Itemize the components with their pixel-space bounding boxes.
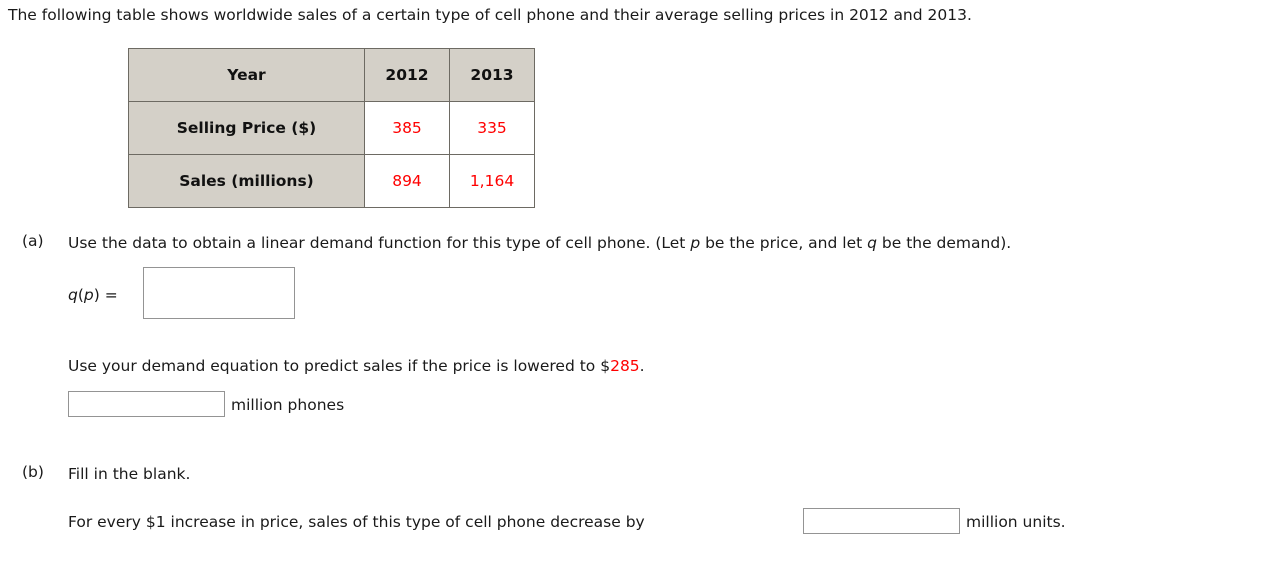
table-header-year: Year: [128, 48, 365, 102]
part-a-label: (a): [22, 232, 44, 250]
fill-blank-input[interactable]: [803, 508, 960, 534]
table-cell-selling-price-2012: 385: [364, 101, 450, 155]
table-header-2012: 2012: [364, 48, 450, 102]
part-a-prompt: Use the data to obtain a linear demand f…: [68, 232, 1011, 254]
part-a-variable-q: q: [867, 234, 877, 252]
predict-sales-price: 285: [610, 357, 640, 375]
part-b-prompt: Fill in the blank.: [68, 465, 191, 483]
predict-sales-units-label: million phones: [231, 396, 345, 414]
predict-sales-text-1: Use your demand equation to predict sale…: [68, 357, 611, 375]
sales-price-table: Year 2012 2013 Selling Price ($) 385 335…: [128, 48, 535, 208]
demand-function-label-equals: ) =: [93, 286, 118, 304]
table-cell-sales-2012: 894: [364, 154, 450, 208]
table-row-selling-price: Selling Price ($) 385 335: [128, 101, 535, 155]
table-header-2013: 2013: [449, 48, 535, 102]
demand-function-label-q: q: [68, 286, 78, 304]
demand-function-input[interactable]: [143, 267, 295, 319]
demand-function-label-p: p: [83, 286, 94, 304]
problem-page: The following table shows worldwide sale…: [0, 0, 1288, 569]
fill-blank-text-before: For every $1 increase in price, sales of…: [68, 513, 645, 531]
part-a-prompt-text-2: be the price, and let: [700, 234, 868, 252]
table-row-header: Year 2012 2013: [128, 48, 535, 102]
predict-sales-prompt: Use your demand equation to predict sale…: [68, 355, 645, 377]
demand-function-label: q(p) =: [68, 284, 118, 306]
part-a-variable-p: p: [690, 234, 701, 252]
part-a-prompt-text-1: Use the data to obtain a linear demand f…: [68, 234, 691, 252]
predict-sales-text-2: .: [639, 357, 645, 375]
table-rowlabel-sales: Sales (millions): [128, 154, 365, 208]
table-rowlabel-selling-price: Selling Price ($): [128, 101, 365, 155]
sales-price-table-wrapper: Year 2012 2013 Selling Price ($) 385 335…: [128, 48, 535, 208]
part-a-prompt-text-3: be the demand).: [876, 234, 1012, 252]
fill-blank-text-after: million units.: [966, 513, 1066, 531]
predict-sales-input[interactable]: [68, 391, 225, 417]
table-row-sales: Sales (millions) 894 1,164: [128, 154, 535, 208]
part-b-label: (b): [22, 463, 44, 481]
table-cell-sales-2013: 1,164: [449, 154, 535, 208]
intro-paragraph: The following table shows worldwide sale…: [8, 6, 972, 24]
table-cell-selling-price-2013: 335: [449, 101, 535, 155]
